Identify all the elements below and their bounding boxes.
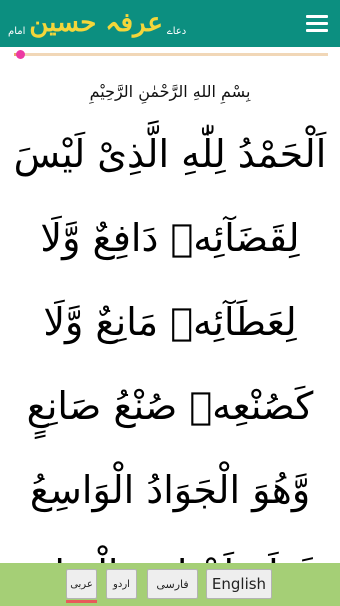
app-logo: دعاے عرفہ حسین امام [8, 3, 186, 43]
farsi-language-button[interactable]: فارسی [147, 569, 198, 599]
dua-line: لِعَطَآئِهٖ مَانِعٌ وَّلَا [43, 300, 297, 344]
dua-line: وَّهُوَ الْجَوَادُ الْوَاسِعُ [29, 468, 311, 512]
dua-text-area[interactable]: بِسْمِ اللهِ الرَّحْمٰنِ الرَّحِيْمِ اَل… [10, 64, 330, 564]
arabic-language-button[interactable]: عربی [66, 569, 97, 599]
menu-line [306, 14, 328, 18]
urdu-language-button[interactable]: اردو [106, 569, 137, 599]
hamburger-menu-icon[interactable] [306, 11, 330, 35]
selected-language-indicator [66, 600, 97, 603]
logo-title: عرفہ حسین [29, 8, 163, 38]
menu-line [306, 21, 328, 25]
logo-prefix: دعاے [166, 26, 187, 37]
menu-line [306, 28, 328, 32]
app-bar: دعاے عرفہ حسین امام [0, 0, 340, 47]
dua-line: لِقَضَآئِهٖ دَافِعٌ وَّلَا [40, 216, 300, 260]
audio-progress-bar[interactable] [14, 50, 328, 59]
logo-sub: امام [8, 26, 26, 37]
english-language-button[interactable]: English [206, 569, 272, 599]
bismillah-heading: بِسْمِ اللهِ الرَّحْمٰنِ الرَّحِيْمِ [89, 82, 251, 101]
dua-line: فَطَرَ اَجْنَاسَ الْبَدَائِعِ [10, 532, 330, 564]
dua-line: كَصُنْعِهٖ صُنْعُ صَانِعٍ [26, 384, 314, 428]
language-bar: عربی اردو فارسی English [0, 563, 340, 606]
dua-line: اَلْحَمْدُ لِلّٰهِ الَّذِىْ لَيْسَ [13, 132, 327, 176]
audio-progress-knob[interactable] [16, 50, 26, 59]
